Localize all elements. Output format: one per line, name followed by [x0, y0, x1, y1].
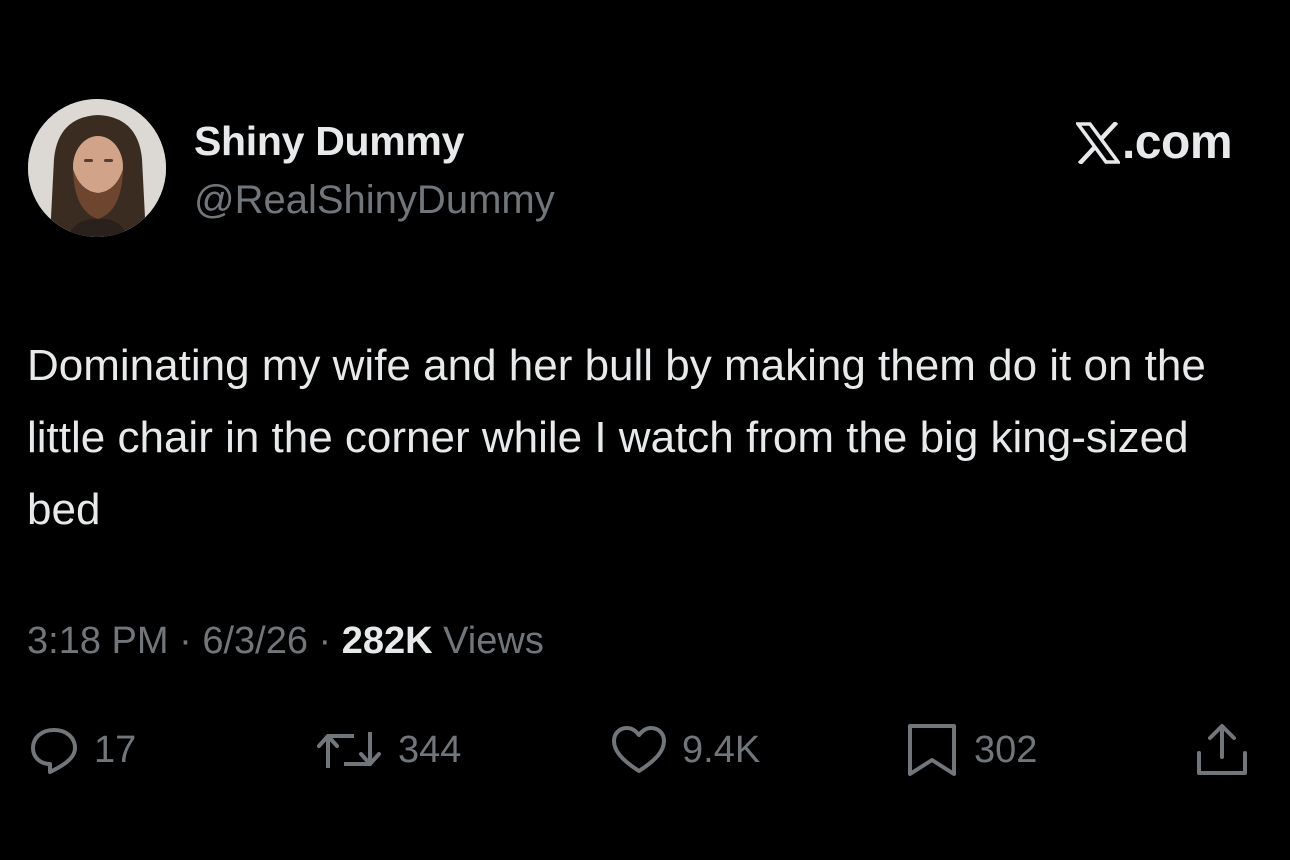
like-count: 9.4K	[682, 728, 761, 771]
x-logo-icon	[1075, 122, 1120, 164]
avatar[interactable]	[28, 99, 166, 237]
views-label: Views	[432, 620, 544, 662]
author-display-name[interactable]: Shiny Dummy	[194, 118, 464, 165]
tweet-meta: 3:18 PM · 6/3/26 · 282K Views	[27, 620, 544, 663]
meta-separator: ·	[307, 620, 342, 662]
action-bar: 17 344 9.4K 302	[0, 718, 1290, 782]
brand-watermark: .com	[1075, 114, 1233, 172]
bookmark-icon	[904, 722, 960, 778]
heart-icon	[610, 724, 668, 776]
share-icon	[1190, 721, 1254, 779]
reply-count: 17	[94, 728, 137, 771]
reply-icon	[28, 724, 80, 776]
like-button[interactable]: 9.4K	[610, 718, 760, 782]
views-count[interactable]: 282K	[342, 620, 433, 662]
tweet-time[interactable]: 3:18 PM	[27, 620, 169, 662]
retweet-count: 344	[398, 728, 462, 771]
meta-separator: ·	[168, 620, 203, 662]
author-handle[interactable]: @RealShinyDummy	[194, 178, 555, 223]
retweet-button[interactable]: 344	[314, 718, 461, 782]
share-button[interactable]	[1190, 718, 1254, 782]
tweet-card: Shiny Dummy @RealShinyDummy .com Dominat…	[0, 0, 1290, 860]
brand-text: .com	[1121, 116, 1233, 169]
retweet-icon	[314, 724, 384, 776]
reply-button[interactable]: 17	[28, 718, 136, 782]
bookmark-count: 302	[974, 728, 1038, 771]
bookmark-button[interactable]: 302	[904, 718, 1037, 782]
tweet-date[interactable]: 6/3/26	[202, 620, 308, 662]
tweet-text: Dominating my wife and her bull by makin…	[27, 341, 1206, 534]
